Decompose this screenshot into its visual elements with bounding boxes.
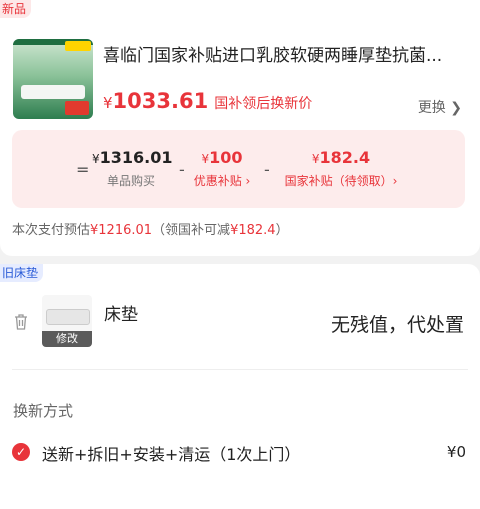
renew-option-text[interactable]: 送新+拆旧+安装+清运（1次上门） xyxy=(42,441,300,465)
product-thumbnail[interactable] xyxy=(13,39,93,119)
price-breakdown: = ¥1316.01 单品购买 - ¥100 优惠补贴 › - ¥182.4 国… xyxy=(12,130,465,208)
renew-option-price: ¥0 xyxy=(446,443,466,461)
price-note: 国补领后换新价 xyxy=(214,96,313,112)
check-icon[interactable]: ✓ xyxy=(12,443,30,461)
discount-block[interactable]: ¥100 优惠补贴 › xyxy=(192,148,252,189)
thumb-price-tag xyxy=(65,101,89,115)
equals-sign: = xyxy=(76,160,90,179)
estimate-suffix: ） xyxy=(275,223,289,238)
new-item-card: 新品 喜临门国家补贴进口乳胶软硬两睡厚垫抗菌... ¥1033.61 国补领后换新… xyxy=(0,0,480,256)
thumb-badge xyxy=(65,41,91,51)
renew-method-label: 换新方式 xyxy=(13,402,74,420)
product-price: 1033.61 xyxy=(112,89,209,113)
trash-icon[interactable] xyxy=(13,313,29,331)
minus-sign-2: - xyxy=(264,160,270,179)
edit-button[interactable]: 修改 xyxy=(42,331,92,347)
thumb-mattress-shape xyxy=(21,85,85,99)
old-mattress-shape xyxy=(46,309,90,325)
old-item-tag: 旧床垫 xyxy=(0,264,44,282)
estimate-prefix: 本次支付预估 xyxy=(12,223,91,238)
gov-subsidy-block[interactable]: ¥182.4 国家补贴（待领取）› xyxy=(278,148,404,189)
estimate-mid: （领国补可减 xyxy=(152,223,231,238)
gov-subsidy-label[interactable]: 国家补贴（待领取）› xyxy=(278,172,404,189)
unit-price-label: 单品购买 xyxy=(106,174,155,188)
gov-subsidy-value: ¥182.4 xyxy=(311,148,371,167)
estimate-amount: ¥1216.01 xyxy=(90,223,153,238)
discount-label[interactable]: 优惠补贴 › xyxy=(192,172,252,189)
change-button[interactable]: 更换 ❯ xyxy=(418,97,462,117)
residual-value-text: 无残值，代处置 xyxy=(330,314,464,336)
price-row: ¥1033.61 国补领后换新价 xyxy=(103,89,312,113)
minus-sign: - xyxy=(179,160,185,179)
price-currency: ¥ xyxy=(103,94,113,112)
unit-price-value: ¥1316.01 xyxy=(92,148,173,167)
new-item-tag: 新品 xyxy=(0,0,32,18)
estimate-reduce: ¥182.4 xyxy=(230,223,276,238)
product-title[interactable]: 喜临门国家补贴进口乳胶软硬两睡厚垫抗菌... xyxy=(103,41,463,66)
divider xyxy=(12,369,468,370)
unit-price-block: ¥1316.01 单品购买 xyxy=(92,148,173,189)
old-item-thumbnail[interactable]: 修改 xyxy=(42,295,92,347)
payment-estimate: 本次支付预估¥1216.01（领国补可减¥182.4） xyxy=(12,219,289,238)
discount-value: ¥100 xyxy=(201,148,243,167)
old-item-name: 床垫 xyxy=(104,305,138,325)
